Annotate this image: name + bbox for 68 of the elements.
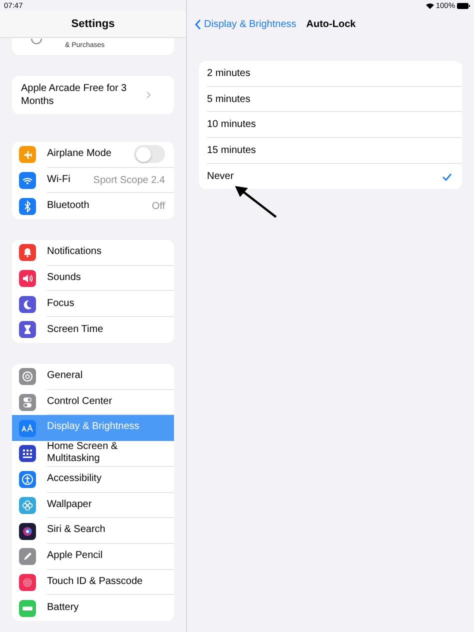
back-chevron-icon [195,19,201,30]
gear-icon [19,368,36,386]
row-label: Touch ID & Passcode [47,576,144,588]
airplane-icon [19,146,36,164]
row-label: Home Screen & Multitasking [47,440,119,466]
person-icon [19,471,36,488]
option-row[interactable]: 15 minutes [207,138,462,164]
moon-icon [19,296,36,313]
arrow [232,185,278,219]
switches-icon [19,394,36,411]
row-value: Sport Scope 2.4 [93,174,165,188]
bell-icon [19,244,36,262]
row-label: Notifications [47,246,102,259]
row-label: Screen Time [47,324,104,336]
page-title: Auto-Lock [306,18,356,32]
speaker-icon [19,270,36,288]
row-label: Focus [47,298,76,310]
settings-row[interactable]: Accessibility [12,466,174,493]
settings-row[interactable]: Screen Time [12,317,174,343]
row-value: Off [152,200,165,214]
settings-row[interactable]: Focus [12,291,174,318]
option-row[interactable]: 5 minutes [207,86,462,112]
option-row[interactable]: 2 minutes [207,61,462,87]
row-label: Wallpaper [47,498,93,512]
row-label: General [47,370,84,382]
chevron-icon [146,91,151,99]
flower-icon [19,496,36,514]
toggle-switch[interactable] [134,145,165,164]
settings-row[interactable]: Apple Pencil [12,544,174,570]
orb-icon [19,522,36,540]
battery-icon [19,600,36,617]
wifi-icon [19,172,36,190]
row-label: Sounds [47,272,82,284]
row-label: Battery [47,602,80,614]
settings-row[interactable]: Siri & Search [12,518,174,544]
row-label: Bluetooth [47,200,90,212]
settings-row[interactable]: Touch ID & Passcode [12,570,174,596]
settings-row[interactable]: Battery [12,595,174,621]
settings-row[interactable]: Wallpaper [12,492,174,518]
settings-row[interactable]: Notifications [12,240,174,266]
promo-text: Apple Arcade Free for 3 Months [21,82,128,108]
row-label: Airplane Mode [47,148,112,161]
row-label: Wi-Fi [47,174,72,186]
settings-row[interactable]: General [12,364,174,390]
checkmark-icon [442,172,452,181]
sidebar-title: Settings [71,16,115,32]
row-label: Apple Pencil [47,550,104,563]
pencil-icon [19,548,36,566]
settings-row[interactable]: Wi-Fi Sport Scope 2.4 [12,168,174,194]
settings-row[interactable]: Airplane Mode [12,142,174,168]
option-row[interactable]: Never [207,164,462,190]
wifi-signal-icon [426,2,434,8]
back-button[interactable]: Display & Brightness [195,17,296,32]
row-label: Control Center [47,396,114,408]
settings-row[interactable]: Home Screen & Multitasking [12,440,174,467]
settings-row[interactable]: Sounds [12,266,174,292]
row-label: Accessibility [47,472,102,486]
option-row[interactable]: 10 minutes [207,112,462,138]
settings-row[interactable]: Bluetooth Off [12,193,174,220]
text-size-icon [19,420,36,437]
row-label: Display & Brightness [47,421,140,434]
bluetooth-icon [19,198,36,215]
fingerprint-icon [19,574,36,591]
row-label: Siri & Search [47,524,106,537]
promo-row[interactable]: Apple Arcade Free for 3 Months [12,76,174,114]
hourglass-icon [19,321,36,338]
battery-level-icon [457,2,470,8]
app-grid-icon [19,445,36,462]
